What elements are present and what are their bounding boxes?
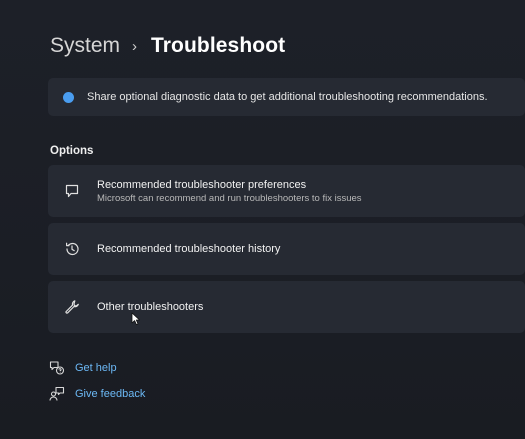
page-title: Troubleshoot (151, 34, 286, 57)
get-help-label: Get help (75, 362, 117, 374)
option-other-troubleshooters[interactable]: Other troubleshooters (48, 281, 525, 333)
option-title: Recommended troubleshooter preferences (97, 178, 307, 191)
wrench-icon (63, 298, 81, 316)
option-subtitle: Microsoft can recommend and run troubles… (97, 192, 362, 204)
mouse-cursor-icon (131, 312, 141, 331)
option-title: Other troubleshooters (97, 301, 204, 313)
option-title: Recommended troubleshooter history (97, 243, 281, 255)
options-section-label: Options (50, 145, 94, 157)
give-feedback-label: Give feedback (75, 388, 146, 400)
help-icon (49, 360, 65, 376)
diagnostic-data-banner[interactable]: Share optional diagnostic data to get ad… (48, 78, 525, 116)
give-feedback-link[interactable]: Give feedback (49, 386, 145, 402)
breadcrumb: System › Troubleshoot (50, 34, 285, 58)
chat-bubble-icon (63, 182, 81, 200)
option-recommended-history[interactable]: Recommended troubleshooter history (48, 223, 525, 275)
breadcrumb-system[interactable]: System (50, 34, 120, 58)
option-text: Recommended troubleshooter history (97, 243, 280, 255)
option-text: Other troubleshooters (97, 301, 203, 313)
get-help-link[interactable]: Get help (49, 360, 117, 376)
feedback-icon (49, 386, 65, 402)
breadcrumb-separator: › (132, 37, 138, 55)
banner-text: Share optional diagnostic data to get ad… (87, 91, 488, 103)
history-icon (63, 240, 81, 258)
info-icon (63, 91, 74, 103)
settings-page: System › Troubleshoot Share optional dia… (0, 0, 525, 439)
option-recommended-preferences[interactable]: Recommended troubleshooter preferences M… (48, 165, 525, 217)
option-text: Recommended troubleshooter preferences M… (97, 179, 362, 204)
